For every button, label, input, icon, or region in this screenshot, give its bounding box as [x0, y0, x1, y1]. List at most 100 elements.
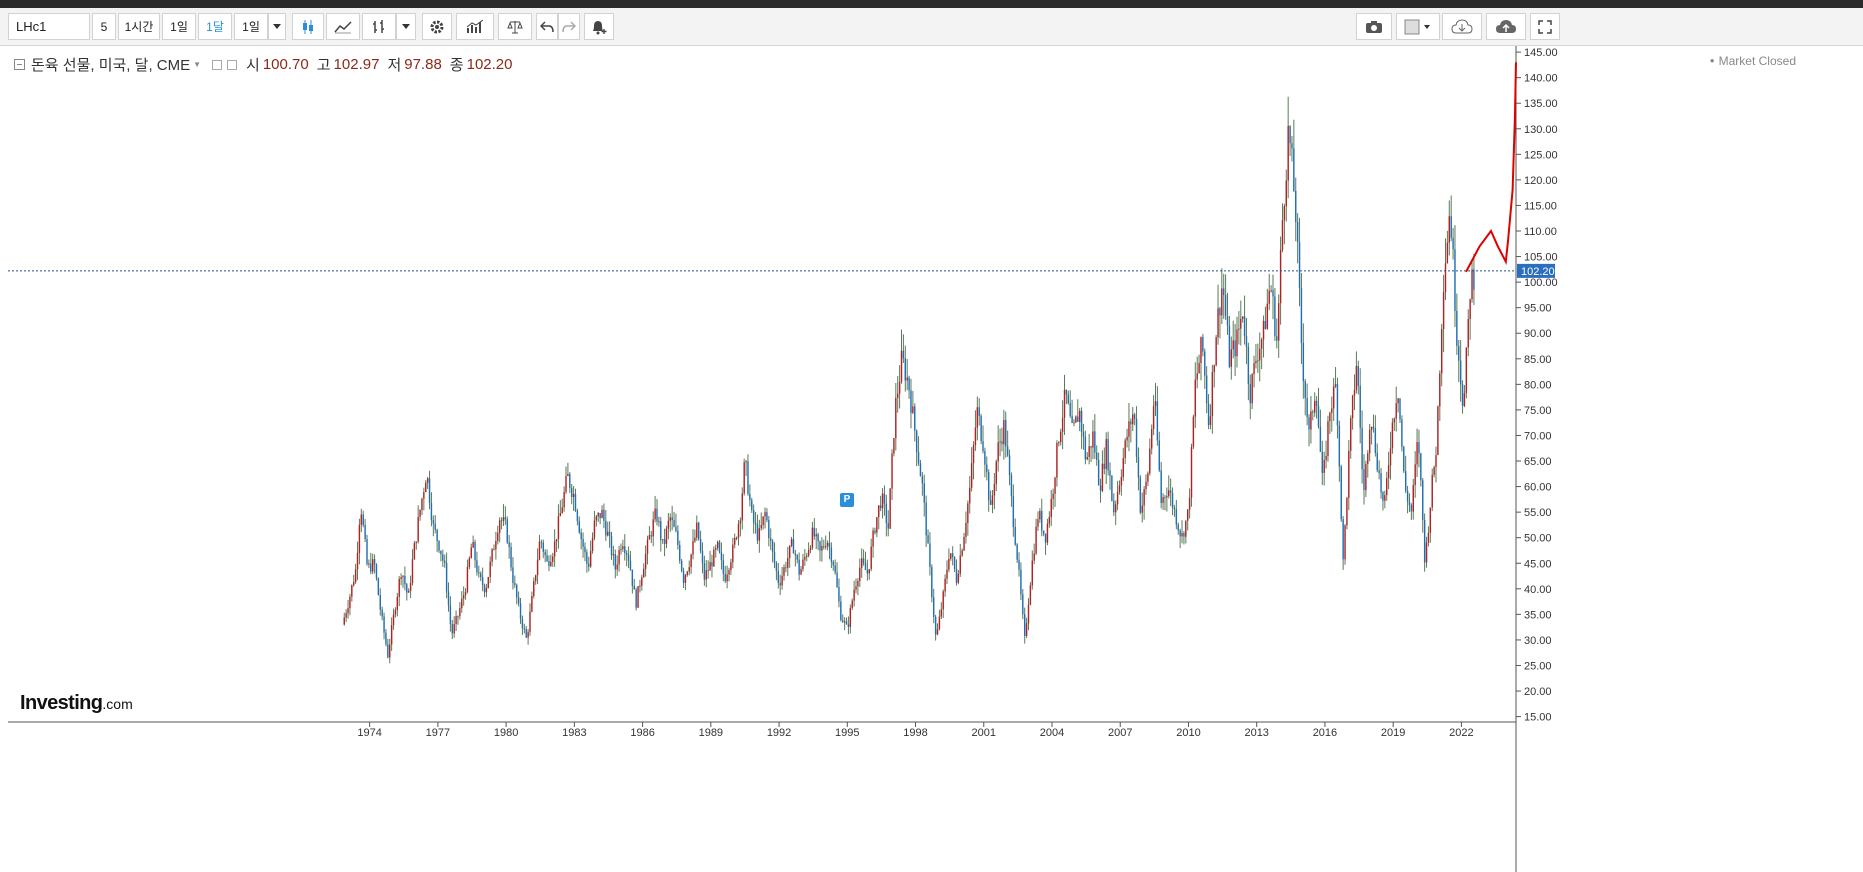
candle-body [1420, 453, 1422, 481]
interval-dropdown-button[interactable] [268, 13, 286, 40]
candle-body [1204, 351, 1206, 376]
dropdown-caret-icon[interactable]: ▼ [193, 60, 201, 69]
candle-body [1327, 421, 1329, 457]
line-type-button[interactable] [326, 13, 360, 40]
candle-body [614, 554, 617, 570]
y-tick-label: 25.00 [1524, 660, 1552, 672]
candle-body [1429, 507, 1432, 533]
candle-body [1378, 470, 1380, 474]
price-chart[interactable]: 15.00 20.00 25.00 30.00 35.00 40.00 45.00 50.00… [8, 46, 1863, 872]
bell-plus-icon [593, 20, 607, 34]
candle-body [1312, 411, 1314, 413]
candle-body [514, 582, 516, 585]
fullscreen-button[interactable] [1530, 13, 1560, 40]
close-mini-icon[interactable] [227, 59, 238, 70]
candle-body [411, 559, 414, 584]
candle-body [961, 550, 963, 556]
candle-body [1315, 400, 1318, 407]
candle-body [711, 562, 713, 567]
candle-body [455, 616, 457, 624]
redo-button[interactable] [558, 13, 580, 40]
load-chart-button[interactable] [1442, 13, 1482, 40]
candle-body [567, 474, 569, 476]
candle-body [1061, 417, 1064, 432]
candle-body [862, 558, 865, 564]
candle-body [1103, 463, 1106, 469]
interval-custom-button[interactable]: 1일 [234, 13, 268, 40]
candle-body [1171, 493, 1174, 508]
candle-body [525, 629, 527, 638]
candle-body [574, 493, 577, 511]
candle-body [891, 453, 893, 489]
candle-body [1041, 510, 1043, 531]
candle-body [1158, 440, 1160, 471]
layout-button[interactable] [1396, 13, 1440, 40]
interval-1d-button[interactable]: 1일 [162, 13, 196, 40]
candle-body [682, 570, 685, 583]
interval-1mo-button[interactable]: 1달 [198, 13, 232, 40]
candle-body [1412, 485, 1414, 512]
candle-body [1113, 500, 1115, 513]
candle-body [1380, 473, 1382, 493]
candle-body [688, 567, 690, 572]
indicators-button[interactable] [456, 13, 494, 40]
chart-type-dropdown-button[interactable] [396, 13, 416, 40]
candle-body [893, 438, 895, 454]
interval-5-button[interactable]: 5 [92, 13, 116, 40]
candle-body [675, 526, 677, 531]
candle-body [432, 520, 435, 524]
candle-body [553, 541, 556, 557]
candle-body [622, 546, 624, 549]
candle-body [1399, 398, 1401, 420]
candle-body [730, 562, 732, 571]
instrument-name: 돈육 선물, 미국, 달, CME [31, 57, 191, 74]
marker-badge[interactable]: P [840, 493, 854, 507]
y-tick-label: 45.00 [1524, 558, 1552, 570]
compare-button[interactable] [498, 13, 532, 40]
chart-area[interactable]: 15.00 20.00 25.00 30.00 35.00 40.00 45.00 50.00… [8, 46, 1863, 872]
logo-suffix: .com [102, 696, 133, 712]
save-chart-button[interactable] [1486, 13, 1526, 40]
candle-body [970, 463, 973, 488]
candle-body [660, 521, 662, 540]
candle-body [603, 509, 605, 521]
alert-button[interactable] [584, 13, 614, 40]
undo-button[interactable] [536, 13, 558, 40]
candle-body [451, 624, 453, 634]
candle-body [1391, 422, 1394, 449]
candle-body [1281, 220, 1284, 250]
candle-body [838, 587, 840, 602]
candle-body [817, 534, 819, 542]
candle-body [1406, 490, 1409, 502]
candle-body [1088, 446, 1090, 457]
candle-body [576, 510, 579, 521]
bar-type-button[interactable] [362, 13, 396, 40]
candle-body [356, 552, 359, 570]
candle-body [1139, 477, 1142, 513]
indicators-icon [466, 19, 484, 33]
interval-1h-button[interactable]: 1시간 [118, 13, 160, 40]
settings-button[interactable] [422, 13, 452, 40]
candle-body [654, 508, 656, 520]
candle-body [959, 555, 961, 574]
screenshot-button[interactable] [1356, 13, 1392, 40]
candle-body [739, 520, 742, 524]
candle-body [1336, 384, 1339, 426]
symbol-input[interactable]: LHc1 [8, 13, 90, 40]
candle-body [498, 520, 501, 533]
candle-body [1416, 442, 1418, 465]
settings-mini-icon[interactable] [212, 59, 223, 70]
candle-body [516, 584, 518, 598]
candlestick-type-button[interactable] [292, 13, 324, 40]
candle-body [1130, 421, 1132, 425]
candle-body [438, 540, 440, 551]
candle-body [360, 514, 363, 525]
candle-body [497, 532, 499, 541]
candle-body [521, 618, 524, 629]
candle-body [773, 551, 776, 564]
candle-body [586, 552, 588, 564]
candle-body [1255, 360, 1257, 364]
candle-body [1276, 336, 1278, 341]
collapse-icon[interactable] [14, 59, 25, 70]
candle-body [991, 495, 994, 505]
